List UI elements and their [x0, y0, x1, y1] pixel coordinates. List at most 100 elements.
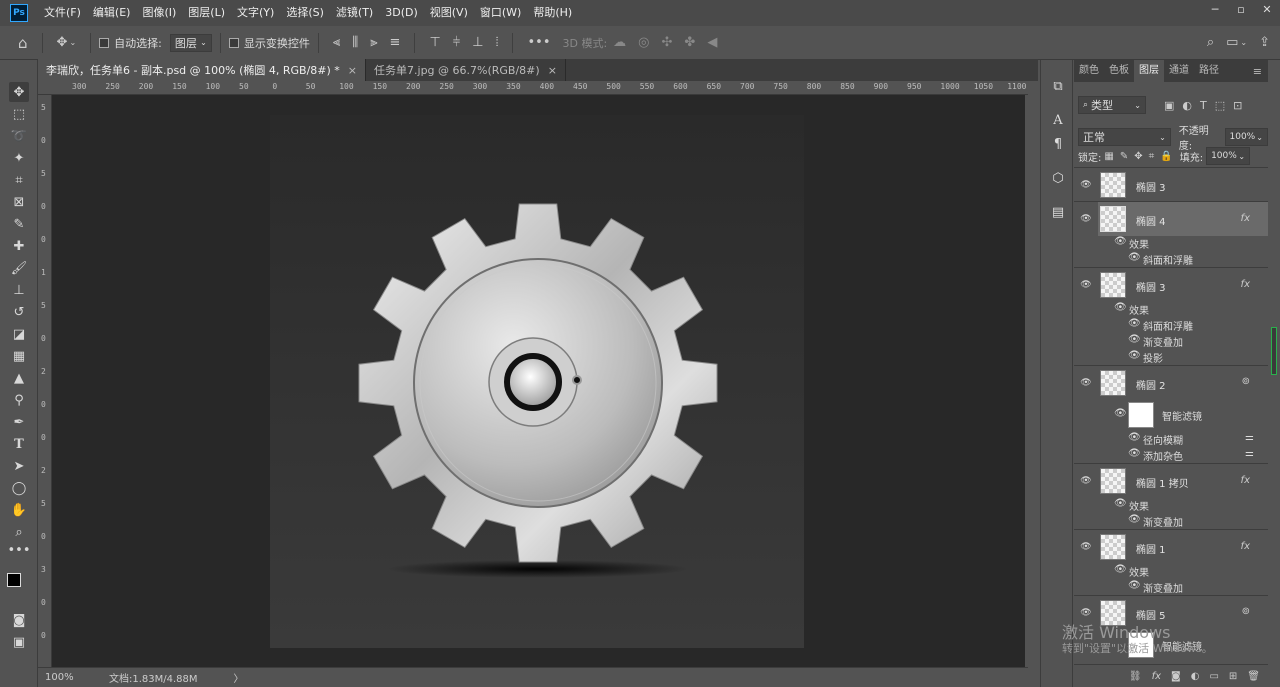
3d-rotate-icon[interactable]: ☁ [613, 35, 626, 50]
effect-eye-icon[interactable]: 👁 [1128, 318, 1141, 329]
eyedropper-tool-icon[interactable]: ✎ [9, 214, 29, 234]
gradient-tool-icon[interactable]: ▦ [9, 346, 29, 366]
history-brush-tool-icon[interactable]: ↺ [9, 302, 29, 322]
add-style-icon[interactable]: fx [1152, 671, 1161, 682]
3d-camera-icon[interactable]: ◀ [707, 35, 717, 50]
new-group-icon[interactable]: ▭ [1209, 671, 1218, 682]
fx-icon[interactable]: fx [1241, 213, 1250, 224]
move-tool-icon[interactable]: ✥ [57, 35, 68, 50]
show-transform-checkbox[interactable] [228, 37, 239, 48]
crop-tool-icon[interactable]: ⌗ [9, 170, 29, 190]
new-layer-icon[interactable]: ⊞ [1229, 671, 1237, 682]
visibility-eye-icon[interactable]: 👁 [1080, 180, 1092, 190]
3d-slide-icon[interactable]: ✤ [684, 35, 695, 50]
visibility-eye-icon[interactable]: 👁 [1080, 476, 1092, 486]
status-arrow-icon[interactable]: 〉 [234, 670, 244, 685]
align-bottom-icon[interactable]: ⊥ [472, 35, 483, 50]
fx-icon[interactable]: fx [1241, 279, 1250, 290]
close-button[interactable]: ✕ [1254, 0, 1280, 22]
pen-tool-icon[interactable]: ✒ [9, 412, 29, 432]
delete-layer-icon[interactable]: 🗑 [1247, 671, 1260, 682]
brush-tool-icon[interactable]: 🖌 [9, 258, 29, 278]
visibility-eye-icon[interactable]: 👁 [1080, 378, 1092, 388]
filter-eye-icon[interactable]: 👁 [1128, 448, 1141, 459]
properties-panel-icon[interactable]: ▤ [1049, 204, 1067, 222]
tab-psd[interactable]: 李瑞欣，任务单6 - 副本.psd @ 100% (椭圆 4, RGB/8#) … [38, 59, 367, 81]
menu-view[interactable]: 视图(V) [424, 0, 474, 26]
filter-adjust-icon[interactable]: ◐ [1182, 99, 1192, 112]
zoom-tool-icon[interactable]: ⌕ [9, 522, 29, 542]
minimize-button[interactable]: ─ [1202, 0, 1228, 22]
menu-3d[interactable]: 3D(D) [379, 0, 424, 26]
tab-layers[interactable]: 图层 [1134, 60, 1164, 82]
effects-eye-icon[interactable]: 👁 [1114, 302, 1127, 313]
menu-filter[interactable]: 滤镜(T) [330, 0, 379, 26]
healing-brush-tool-icon[interactable]: ✚ [9, 236, 29, 256]
effects-eye-icon[interactable]: 👁 [1114, 498, 1127, 509]
align-top-icon[interactable]: ⊤ [429, 35, 440, 50]
filter-options-icon[interactable]: ⚌ [1245, 448, 1254, 459]
menu-window[interactable]: 窗口(W) [474, 0, 527, 26]
filter-options-icon[interactable]: ⚌ [1245, 432, 1254, 443]
lock-pixels-icon[interactable]: ✎ [1120, 151, 1128, 162]
effects-eye-icon[interactable]: 👁 [1114, 564, 1127, 575]
filter-type-icon[interactable]: T [1200, 99, 1207, 112]
effect-eye-icon[interactable]: 👁 [1128, 252, 1141, 263]
visibility-eye-icon[interactable]: 👁 [1080, 214, 1092, 224]
layer-row[interactable]: 👁 椭圆 3 [1074, 168, 1268, 202]
align-left-icon[interactable]: ⫷ [333, 35, 340, 50]
menu-edit[interactable]: 编辑(E) [87, 0, 137, 26]
screen-mode-icon[interactable]: ▣ [9, 632, 29, 652]
smart-filter-eye-icon[interactable]: 👁 [1114, 408, 1127, 419]
auto-select-checkbox[interactable] [99, 37, 110, 48]
more-options-icon[interactable]: ••• [527, 35, 550, 50]
layer-row[interactable]: 👁 椭圆 3 fx 👁 效果 👁 斜面和浮雕 👁 渐变叠加 👁 投影 [1074, 268, 1268, 366]
filter-shape-icon[interactable]: ⬚ [1215, 99, 1225, 112]
chevron-down-icon[interactable]: ⌄ [69, 38, 76, 47]
tab-swatches[interactable]: 色板 [1104, 60, 1134, 82]
align-center-icon[interactable]: ⫼ [352, 35, 358, 50]
blend-mode-dropdown[interactable]: 正常 ⌄ [1078, 128, 1171, 146]
effects-eye-icon[interactable]: 👁 [1114, 236, 1127, 247]
menu-image[interactable]: 图像(I) [136, 0, 182, 26]
link-layers-icon[interactable]: ⛓ [1129, 671, 1142, 682]
distribute-icon[interactable]: ≡ [390, 35, 401, 50]
search-icon[interactable]: ⌕ [1207, 35, 1214, 50]
character-panel-icon[interactable]: A [1049, 112, 1067, 130]
smart-filter-mask[interactable] [1128, 402, 1154, 428]
effect-eye-icon[interactable]: 👁 [1128, 350, 1141, 361]
magic-wand-tool-icon[interactable]: ✦ [9, 148, 29, 168]
add-mask-icon[interactable]: ◙ [1171, 671, 1181, 682]
panel-menu-icon[interactable]: ≡ [1253, 65, 1262, 78]
history-panel-icon[interactable]: ⧉ [1049, 78, 1067, 96]
effect-eye-icon[interactable]: 👁 [1128, 580, 1141, 591]
auto-select-dropdown[interactable]: 图层 ⌄ [169, 33, 212, 52]
lock-transparent-icon[interactable]: ▦ [1104, 151, 1113, 162]
path-select-tool-icon[interactable]: ➤ [9, 456, 29, 476]
layer-row[interactable]: 👁 椭圆 4 fx 👁 效果 👁 斜面和浮雕 [1074, 202, 1268, 268]
3d-panel-icon[interactable]: ⬡ [1049, 170, 1067, 188]
hand-tool-icon[interactable]: ✋ [9, 500, 29, 520]
filter-pixel-icon[interactable]: ▣ [1164, 99, 1174, 112]
3d-pan-icon[interactable]: ✣ [662, 35, 673, 50]
foreground-color-swatch[interactable] [7, 573, 21, 587]
3d-roll-icon[interactable]: ◎ [638, 35, 649, 50]
type-tool-icon[interactable]: T [9, 434, 29, 454]
maximize-button[interactable]: ▫ [1228, 0, 1254, 22]
marquee-tool-icon[interactable]: ⬚ [9, 104, 29, 124]
effect-eye-icon[interactable]: 👁 [1128, 514, 1141, 525]
scrollbar-thumb[interactable] [1271, 327, 1277, 375]
zoom-level[interactable]: 100% [45, 672, 97, 683]
frame-tool-icon[interactable]: ⊠ [9, 192, 29, 212]
ellipse-tool-icon[interactable]: ◯ [9, 478, 29, 498]
home-icon[interactable]: ⌂ [18, 34, 28, 52]
layer-row[interactable]: 👁 椭圆 2 ⊚ 👁 智能滤镜 👁 径向模糊 ⚌ 👁 添加杂色 ⚌ [1074, 366, 1268, 464]
tab-channels[interactable]: 通道 [1164, 60, 1194, 82]
workspace-chevron-icon[interactable]: ⌄ [1240, 38, 1247, 47]
lock-all-icon[interactable]: 🔒 [1160, 151, 1172, 162]
tab-color[interactable]: 颜色 [1074, 60, 1104, 82]
align-middle-icon[interactable]: ⫩ [453, 35, 460, 50]
share-icon[interactable]: ⇪ [1259, 35, 1270, 50]
dodge-tool-icon[interactable]: ⚲ [9, 390, 29, 410]
close-icon[interactable]: × [348, 64, 357, 77]
